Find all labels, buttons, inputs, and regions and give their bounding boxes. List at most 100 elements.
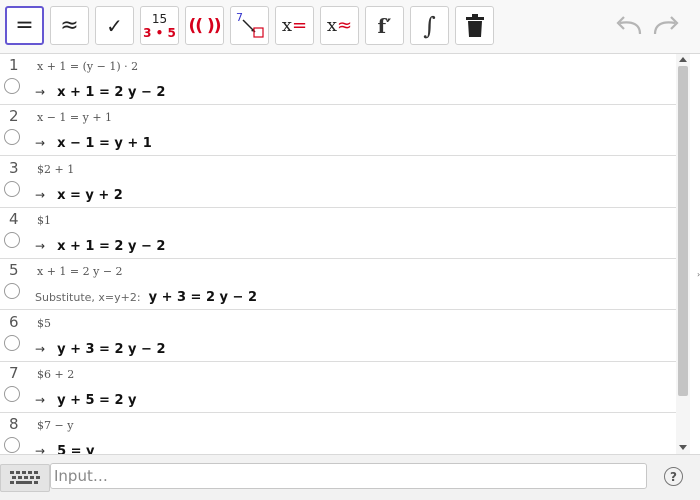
row-number: 2 bbox=[9, 107, 19, 125]
row-arrow: → bbox=[35, 136, 46, 150]
solve-button[interactable]: x= bbox=[275, 6, 314, 45]
help-button[interactable]: ? bbox=[664, 467, 683, 486]
row-arrow: → bbox=[35, 444, 46, 454]
substitute-button[interactable]: 7 bbox=[230, 6, 269, 45]
numeric-button[interactable]: ≈ bbox=[50, 6, 89, 45]
row-result: y + 3 = 2 y − 2 bbox=[57, 342, 166, 357]
row-result: x + 1 = 2 y − 2 bbox=[57, 85, 166, 100]
row-output: → x = y + 2 bbox=[35, 188, 123, 203]
row-input[interactable]: $2 + 1 bbox=[37, 163, 74, 176]
row-result: x = y + 2 bbox=[57, 188, 123, 203]
row-input[interactable]: $5 bbox=[37, 317, 51, 330]
solve-numeric-icon: x≈ bbox=[327, 15, 352, 36]
row-number: 5 bbox=[9, 261, 19, 279]
solve-numeric-x: x bbox=[326, 15, 338, 36]
cas-row[interactable]: 3 $2 + 1 → x = y + 2 bbox=[0, 157, 676, 208]
row-visibility-toggle[interactable] bbox=[4, 437, 20, 453]
row-output: → x + 1 = 2 y − 2 bbox=[35, 239, 165, 254]
derivative-icon: f′ bbox=[377, 13, 392, 38]
approx-icon: ≈ bbox=[60, 12, 79, 38]
row-visibility-toggle[interactable] bbox=[4, 283, 20, 299]
redo-button[interactable] bbox=[650, 11, 682, 41]
factor-numbers-icon: 15 3 • 5 bbox=[143, 12, 176, 40]
solve-x: x bbox=[281, 15, 293, 36]
scroll-thumb[interactable] bbox=[678, 66, 688, 396]
row-visibility-toggle[interactable] bbox=[4, 386, 20, 402]
keyboard-button[interactable] bbox=[0, 464, 50, 492]
row-arrow: → bbox=[35, 188, 46, 202]
row-number: 3 bbox=[9, 159, 19, 177]
row-visibility-toggle[interactable] bbox=[4, 181, 20, 197]
cas-app: = ≈ ✓ 15 3 • 5 (( )) 7 x= x≈ f′ ∫ 1 x + … bbox=[0, 0, 700, 500]
row-visibility-toggle[interactable] bbox=[4, 335, 20, 351]
solve-numeric-button[interactable]: x≈ bbox=[320, 6, 359, 45]
row-number: 1 bbox=[9, 56, 19, 74]
row-output: → 5 = y bbox=[35, 444, 95, 454]
evaluate-button[interactable]: = bbox=[5, 6, 44, 45]
row-visibility-toggle[interactable] bbox=[4, 129, 20, 145]
row-number: 7 bbox=[9, 364, 19, 382]
cas-row[interactable]: 8 $7 − y → 5 = y bbox=[0, 413, 676, 454]
row-output: Substitute, x=y+2: y + 3 = 2 y − 2 bbox=[35, 290, 257, 305]
row-result: x − 1 = y + 1 bbox=[57, 136, 152, 151]
scroll-up-icon[interactable] bbox=[679, 57, 687, 62]
row-arrow: → bbox=[35, 393, 46, 407]
expand-button[interactable]: (( )) bbox=[185, 6, 224, 45]
factor-numbers-bottom: 3 • 5 bbox=[143, 25, 176, 40]
check-icon: ✓ bbox=[106, 13, 123, 38]
equals-icon: = bbox=[15, 12, 34, 38]
row-output: → y + 3 = 2 y − 2 bbox=[35, 342, 166, 357]
factor-numbers-button[interactable]: 15 3 • 5 bbox=[140, 6, 179, 45]
row-output: → x − 1 = y + 1 bbox=[35, 136, 152, 151]
undo-icon bbox=[616, 16, 642, 35]
substitute-number: 7 bbox=[236, 11, 243, 24]
row-output: → y + 5 = 2 y bbox=[35, 393, 137, 408]
scroll-down-icon[interactable] bbox=[679, 445, 687, 450]
row-visibility-toggle[interactable] bbox=[4, 78, 20, 94]
cas-row[interactable]: 4 $1 → x + 1 = 2 y − 2 bbox=[0, 208, 676, 259]
delete-button[interactable] bbox=[455, 6, 494, 45]
solve-icon: x= bbox=[282, 15, 307, 36]
integral-button[interactable]: ∫ bbox=[410, 6, 449, 45]
solve-numeric-approx: ≈ bbox=[337, 15, 353, 36]
cas-row[interactable]: 1 x + 1 = (y − 1) · 2 → x + 1 = 2 y − 2 bbox=[0, 54, 676, 105]
row-result: y + 3 = 2 y − 2 bbox=[148, 290, 258, 305]
input-field[interactable]: Input… bbox=[50, 463, 647, 489]
cas-row[interactable]: 6 $5 → y + 3 = 2 y − 2 bbox=[0, 311, 676, 362]
row-note: Substitute, x=y+2: bbox=[35, 291, 141, 304]
integral-icon: ∫ bbox=[423, 11, 436, 40]
factor-numbers-top: 15 bbox=[151, 11, 168, 26]
derivative-button[interactable]: f′ bbox=[365, 6, 404, 45]
cas-row[interactable]: 5 x + 1 = 2 y − 2 Substitute, x=y+2: y + … bbox=[0, 259, 676, 310]
toolbar: = ≈ ✓ 15 3 • 5 (( )) 7 x= x≈ f′ ∫ bbox=[0, 0, 700, 54]
row-input[interactable]: $1 bbox=[37, 214, 51, 227]
cas-row[interactable]: 2 x − 1 = y + 1 → x − 1 = y + 1 bbox=[0, 105, 676, 156]
cas-row[interactable]: 7 $6 + 2 → y + 5 = 2 y bbox=[0, 362, 676, 413]
trash-icon bbox=[465, 13, 484, 37]
row-number: 6 bbox=[9, 313, 19, 331]
row-visibility-toggle[interactable] bbox=[4, 232, 20, 248]
solve-equals: = bbox=[292, 15, 308, 36]
row-input[interactable]: $6 + 2 bbox=[37, 368, 74, 381]
input-bar: Input… ? bbox=[0, 454, 700, 500]
parentheses-icon: (( )) bbox=[188, 15, 222, 36]
row-result: x + 1 = 2 y − 2 bbox=[57, 239, 166, 254]
row-input[interactable]: x + 1 = (y − 1) · 2 bbox=[37, 60, 138, 73]
row-result: 5 = y bbox=[57, 444, 95, 454]
row-arrow: → bbox=[35, 342, 46, 356]
undo-button[interactable] bbox=[613, 11, 645, 41]
check-button[interactable]: ✓ bbox=[95, 6, 134, 45]
row-arrow: → bbox=[35, 85, 46, 99]
row-result: y + 5 = 2 y bbox=[57, 393, 137, 408]
scrollbar[interactable] bbox=[676, 54, 690, 454]
keyboard-icon bbox=[10, 471, 40, 484]
row-output: → x + 1 = 2 y − 2 bbox=[35, 85, 165, 100]
row-arrow: → bbox=[35, 239, 46, 253]
row-input[interactable]: $7 − y bbox=[37, 419, 73, 432]
row-number: 4 bbox=[9, 210, 19, 228]
row-input[interactable]: x − 1 = y + 1 bbox=[37, 111, 112, 124]
row-number: 8 bbox=[9, 415, 19, 433]
row-input[interactable]: x + 1 = 2 y − 2 bbox=[37, 265, 123, 278]
cas-rows: 1 x + 1 = (y − 1) · 2 → x + 1 = 2 y − 2 2… bbox=[0, 54, 676, 454]
substitute-icon: 7 bbox=[236, 11, 264, 38]
